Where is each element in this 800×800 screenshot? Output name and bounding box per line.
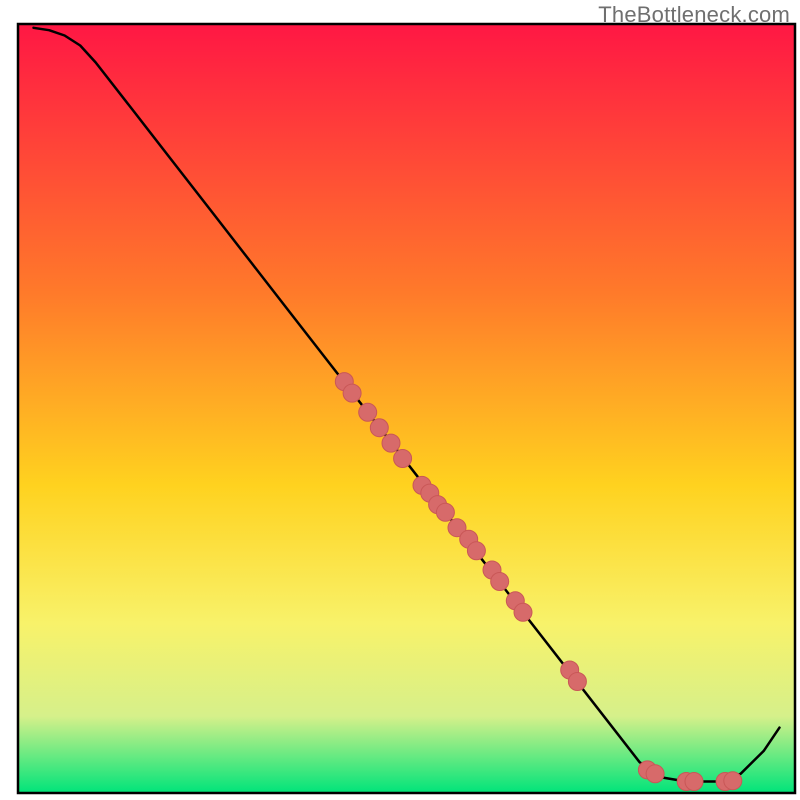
data-point [382, 434, 400, 452]
bottleneck-chart [0, 0, 800, 800]
chart-stage: TheBottleneck.com [0, 0, 800, 800]
data-point [436, 503, 454, 521]
data-point [370, 419, 388, 437]
plot-area [18, 24, 795, 793]
data-point [724, 772, 742, 790]
data-point [685, 773, 703, 791]
data-point [646, 765, 664, 783]
data-point [467, 542, 485, 560]
data-point [394, 450, 412, 468]
data-point [343, 384, 361, 402]
data-point [568, 673, 586, 691]
data-point [491, 573, 509, 591]
data-point [514, 603, 532, 621]
data-point [359, 403, 377, 421]
